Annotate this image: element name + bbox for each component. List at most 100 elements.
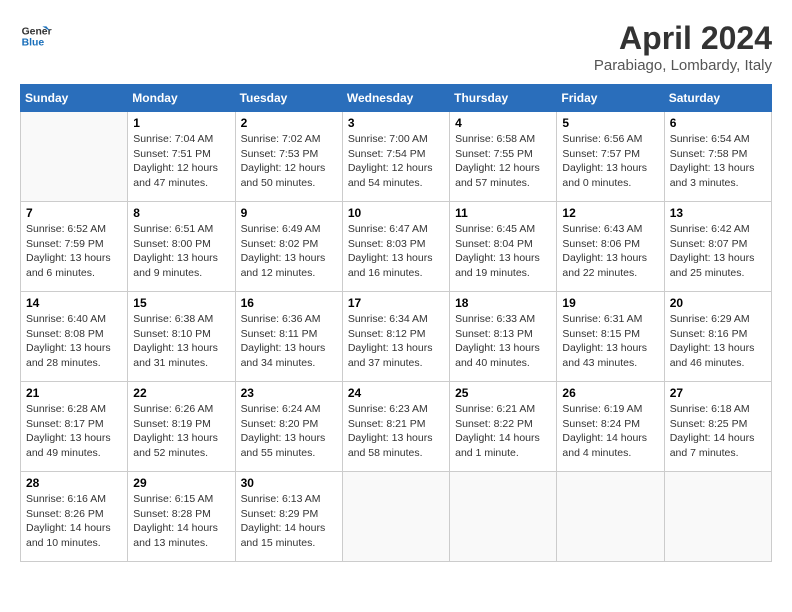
logo-icon: General Blue	[20, 20, 52, 52]
day-number: 10	[348, 206, 444, 220]
col-header-friday: Friday	[557, 85, 664, 112]
day-number: 17	[348, 296, 444, 310]
day-number: 3	[348, 116, 444, 130]
day-number: 28	[26, 476, 122, 490]
day-cell: 9 Sunrise: 6:49 AM Sunset: 8:02 PM Daylig…	[235, 202, 342, 292]
day-number: 16	[241, 296, 337, 310]
day-cell: 28 Sunrise: 6:16 AM Sunset: 8:26 PM Dayli…	[21, 472, 128, 562]
location: Parabiago, Lombardy, Italy	[594, 57, 772, 74]
day-info: Sunrise: 6:52 AM Sunset: 7:59 PM Dayligh…	[26, 222, 122, 281]
day-cell: 21 Sunrise: 6:28 AM Sunset: 8:17 PM Dayli…	[21, 382, 128, 472]
col-header-tuesday: Tuesday	[235, 85, 342, 112]
day-info: Sunrise: 6:28 AM Sunset: 8:17 PM Dayligh…	[26, 402, 122, 461]
day-info: Sunrise: 6:31 AM Sunset: 8:15 PM Dayligh…	[562, 312, 658, 371]
day-number: 18	[455, 296, 551, 310]
day-number: 24	[348, 386, 444, 400]
day-number: 23	[241, 386, 337, 400]
day-info: Sunrise: 6:42 AM Sunset: 8:07 PM Dayligh…	[670, 222, 766, 281]
day-info: Sunrise: 6:43 AM Sunset: 8:06 PM Dayligh…	[562, 222, 658, 281]
day-number: 29	[133, 476, 229, 490]
day-cell: 29 Sunrise: 6:15 AM Sunset: 8:28 PM Dayli…	[128, 472, 235, 562]
day-number: 12	[562, 206, 658, 220]
day-cell: 30 Sunrise: 6:13 AM Sunset: 8:29 PM Dayli…	[235, 472, 342, 562]
day-info: Sunrise: 6:47 AM Sunset: 8:03 PM Dayligh…	[348, 222, 444, 281]
day-info: Sunrise: 6:16 AM Sunset: 8:26 PM Dayligh…	[26, 492, 122, 551]
day-cell: 4 Sunrise: 6:58 AM Sunset: 7:55 PM Daylig…	[450, 112, 557, 202]
day-number: 21	[26, 386, 122, 400]
day-number: 7	[26, 206, 122, 220]
svg-text:Blue: Blue	[22, 38, 45, 49]
day-cell: 12 Sunrise: 6:43 AM Sunset: 8:06 PM Dayli…	[557, 202, 664, 292]
day-info: Sunrise: 6:13 AM Sunset: 8:29 PM Dayligh…	[241, 492, 337, 551]
day-number: 11	[455, 206, 551, 220]
month-title: April 2024	[594, 20, 772, 57]
day-info: Sunrise: 6:34 AM Sunset: 8:12 PM Dayligh…	[348, 312, 444, 371]
day-cell: 11 Sunrise: 6:45 AM Sunset: 8:04 PM Dayli…	[450, 202, 557, 292]
day-cell	[21, 112, 128, 202]
day-number: 6	[670, 116, 766, 130]
day-info: Sunrise: 6:45 AM Sunset: 8:04 PM Dayligh…	[455, 222, 551, 281]
day-cell: 13 Sunrise: 6:42 AM Sunset: 8:07 PM Dayli…	[664, 202, 771, 292]
day-info: Sunrise: 6:26 AM Sunset: 8:19 PM Dayligh…	[133, 402, 229, 461]
logo: General Blue	[20, 20, 52, 52]
day-cell: 27 Sunrise: 6:18 AM Sunset: 8:25 PM Dayli…	[664, 382, 771, 472]
day-cell: 3 Sunrise: 7:00 AM Sunset: 7:54 PM Daylig…	[342, 112, 449, 202]
day-cell: 23 Sunrise: 6:24 AM Sunset: 8:20 PM Dayli…	[235, 382, 342, 472]
day-number: 26	[562, 386, 658, 400]
day-info: Sunrise: 6:40 AM Sunset: 8:08 PM Dayligh…	[26, 312, 122, 371]
day-number: 27	[670, 386, 766, 400]
col-header-wednesday: Wednesday	[342, 85, 449, 112]
day-info: Sunrise: 6:51 AM Sunset: 8:00 PM Dayligh…	[133, 222, 229, 281]
week-row-3: 14 Sunrise: 6:40 AM Sunset: 8:08 PM Dayli…	[21, 292, 772, 382]
day-cell	[557, 472, 664, 562]
day-number: 30	[241, 476, 337, 490]
day-info: Sunrise: 6:18 AM Sunset: 8:25 PM Dayligh…	[670, 402, 766, 461]
day-info: Sunrise: 6:54 AM Sunset: 7:58 PM Dayligh…	[670, 132, 766, 191]
day-number: 8	[133, 206, 229, 220]
day-cell	[664, 472, 771, 562]
day-number: 4	[455, 116, 551, 130]
day-info: Sunrise: 6:58 AM Sunset: 7:55 PM Dayligh…	[455, 132, 551, 191]
day-cell: 19Sunrise: 6:31 AM Sunset: 8:15 PM Dayli…	[557, 292, 664, 382]
day-cell: 5 Sunrise: 6:56 AM Sunset: 7:57 PM Daylig…	[557, 112, 664, 202]
header-row: SundayMondayTuesdayWednesdayThursdayFrid…	[21, 85, 772, 112]
day-cell: 24 Sunrise: 6:23 AM Sunset: 8:21 PM Dayli…	[342, 382, 449, 472]
title-area: April 2024 Parabiago, Lombardy, Italy	[594, 20, 772, 74]
col-header-sunday: Sunday	[21, 85, 128, 112]
day-cell	[450, 472, 557, 562]
day-number: 5	[562, 116, 658, 130]
week-row-5: 28 Sunrise: 6:16 AM Sunset: 8:26 PM Dayli…	[21, 472, 772, 562]
col-header-monday: Monday	[128, 85, 235, 112]
day-cell: 6 Sunrise: 6:54 AM Sunset: 7:58 PM Daylig…	[664, 112, 771, 202]
day-number: 13	[670, 206, 766, 220]
day-info: Sunrise: 6:56 AM Sunset: 7:57 PM Dayligh…	[562, 132, 658, 191]
day-info: Sunrise: 6:23 AM Sunset: 8:21 PM Dayligh…	[348, 402, 444, 461]
day-cell: 2Sunrise: 7:02 AM Sunset: 7:53 PM Daylig…	[235, 112, 342, 202]
day-cell: 16Sunrise: 6:36 AM Sunset: 8:11 PM Dayli…	[235, 292, 342, 382]
day-cell: 17 Sunrise: 6:34 AM Sunset: 8:12 PM Dayli…	[342, 292, 449, 382]
day-number: 14	[26, 296, 122, 310]
day-number: 25	[455, 386, 551, 400]
day-number: 20	[670, 296, 766, 310]
day-cell: 22 Sunrise: 6:26 AM Sunset: 8:19 PM Dayli…	[128, 382, 235, 472]
day-info: Sunrise: 7:02 AM Sunset: 7:53 PM Dayligh…	[241, 132, 337, 191]
day-number: 1	[133, 116, 229, 130]
week-row-2: 7 Sunrise: 6:52 AM Sunset: 7:59 PM Daylig…	[21, 202, 772, 292]
day-info: Sunrise: 6:15 AM Sunset: 8:28 PM Dayligh…	[133, 492, 229, 551]
day-info: Sunrise: 6:49 AM Sunset: 8:02 PM Dayligh…	[241, 222, 337, 281]
col-header-saturday: Saturday	[664, 85, 771, 112]
day-cell	[342, 472, 449, 562]
header: General Blue April 2024 Parabiago, Lomba…	[20, 20, 772, 74]
day-info: Sunrise: 6:24 AM Sunset: 8:20 PM Dayligh…	[241, 402, 337, 461]
day-cell: 18Sunrise: 6:33 AM Sunset: 8:13 PM Dayli…	[450, 292, 557, 382]
week-row-1: 1 Sunrise: 7:04 AM Sunset: 7:51 PM Daylig…	[21, 112, 772, 202]
day-info: Sunrise: 7:00 AM Sunset: 7:54 PM Dayligh…	[348, 132, 444, 191]
day-cell: 26Sunrise: 6:19 AM Sunset: 8:24 PM Dayli…	[557, 382, 664, 472]
day-cell: 15Sunrise: 6:38 AM Sunset: 8:10 PM Dayli…	[128, 292, 235, 382]
day-info: Sunrise: 7:04 AM Sunset: 7:51 PM Dayligh…	[133, 132, 229, 191]
day-number: 9	[241, 206, 337, 220]
day-cell: 20Sunrise: 6:29 AM Sunset: 8:16 PM Dayli…	[664, 292, 771, 382]
day-cell: 14 Sunrise: 6:40 AM Sunset: 8:08 PM Dayli…	[21, 292, 128, 382]
day-info: Sunrise: 6:21 AM Sunset: 8:22 PM Dayligh…	[455, 402, 551, 461]
day-number: 22	[133, 386, 229, 400]
